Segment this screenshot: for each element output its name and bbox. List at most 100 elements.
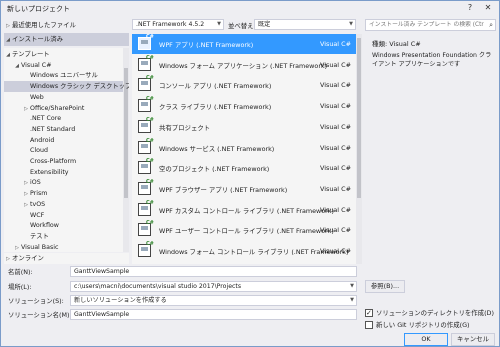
tree-scrollbar[interactable] (123, 48, 129, 252)
tree-item-label: Visual C# (21, 61, 52, 69)
installed-label: インストール済み (12, 35, 63, 43)
git-repo-checkbox[interactable]: 新しい Git リポジトリの作成(G) (365, 320, 470, 330)
template-item[interactable]: C# Windows サービス (.NET Framework) Visual C# (132, 138, 356, 158)
framework-select[interactable]: .NET Framework 4.5.2 ▼ (132, 19, 224, 30)
create-directory-label: ソリューションのディレクトリを作成(D) (376, 309, 494, 317)
tree-item[interactable]: Windows ユニバーサル (4, 70, 123, 81)
tree-item[interactable]: Cross-Platform (4, 156, 123, 167)
template-language: Visual C# (320, 226, 351, 235)
template-item[interactable]: C# コンソール アプリ (.NET Framework) Visual C# (132, 75, 356, 95)
template-item[interactable]: C# Windows フォーム アプリケーション (.NET Framework)… (132, 55, 356, 75)
template-item[interactable]: C# 共有プロジェクト Visual C# (132, 117, 356, 137)
csharp-badge-icon: C# (146, 220, 154, 227)
tree-item-label: .NET Standard (30, 125, 76, 133)
template-name: クラス ライブラリ (.NET Framework) (159, 103, 272, 112)
tree-item-label: WCF (30, 211, 45, 219)
title-bar: 新しいプロジェクト ? ✕ (1, 1, 499, 16)
tree-item-label: tvOS (30, 200, 46, 208)
framework-value: .NET Framework 4.5.2 (136, 21, 205, 28)
recent-files-node[interactable]: ▷ 最近使用したファイル (4, 20, 76, 31)
tree-item[interactable]: ◢ Visual C# (4, 60, 123, 71)
solution-select[interactable]: 新しいソリューションを作成する ▼ (70, 295, 357, 306)
project-name-field[interactable]: GanttViewSample (70, 266, 357, 277)
template-item[interactable]: C# WPF アプリ (.NET Framework) Visual C# (132, 34, 356, 54)
template-item[interactable]: C# 空のプロジェクト (.NET Framework) Visual C# (132, 158, 356, 178)
tree-item[interactable]: ▷ Visual Basic (4, 242, 123, 252)
solution-label: ソリューション(S): (8, 297, 64, 305)
tree-item[interactable]: Extensibility (4, 167, 123, 178)
sort-select[interactable]: 既定 ▼ (254, 19, 356, 30)
tree-item[interactable]: テスト (4, 231, 123, 242)
tree-item[interactable]: ◢ テンプレート (4, 49, 123, 60)
template-search[interactable]: ⌕ (365, 19, 496, 31)
tree-item[interactable]: ▷ Office/SharePoint (4, 103, 123, 114)
expand-arrow-icon[interactable]: ▷ (13, 243, 21, 252)
checkbox-unchecked[interactable] (365, 321, 373, 329)
template-item[interactable]: C# WPF ブラウザー アプリ (.NET Framework) Visual C… (132, 179, 356, 199)
tree-item[interactable]: Workflow (4, 220, 123, 231)
solution-value: 新しいソリューションを作成する (74, 297, 167, 304)
csharp-badge-icon: C# (146, 34, 154, 40)
search-input[interactable] (366, 20, 484, 30)
tree-item[interactable]: ▷ tvOS (4, 199, 123, 210)
scrollbar-thumb[interactable] (357, 38, 361, 198)
template-name: WPF カスタム コントロール ライブラリ (.NET Framework) (159, 206, 334, 215)
installed-header[interactable]: ◢ インストール済み (4, 33, 129, 46)
template-language: Visual C# (320, 122, 351, 131)
tree-item-label: Web (30, 93, 44, 101)
csharp-badge-icon: C# (146, 241, 154, 247)
template-item[interactable]: C# WPF ユーザー コントロール ライブラリ (.NET Framework)… (132, 220, 356, 240)
tree-item-label: iOS (30, 179, 41, 187)
tree-item[interactable]: WCF (4, 210, 123, 221)
collapse-arrow-icon[interactable]: ◢ (4, 35, 12, 46)
template-language: Visual C# (320, 164, 351, 173)
template-item[interactable]: C# クラス ライブラリ (.NET Framework) Visual C# (132, 96, 356, 116)
tree-item[interactable]: .NET Core (4, 113, 123, 124)
cancel-button[interactable]: キャンセル (451, 333, 495, 346)
name-label: 名前(N): (8, 268, 33, 276)
close-icon[interactable]: ✕ (481, 2, 495, 14)
tree-item[interactable]: Android (4, 135, 123, 146)
template-name: Windows サービス (.NET Framework) (159, 144, 275, 153)
template-language: Visual C# (320, 247, 351, 255)
browse-button[interactable]: 参照(B)... (365, 280, 405, 293)
template-language: Visual C# (320, 184, 351, 193)
dialog-title: 新しいプロジェクト (7, 5, 70, 13)
tree-item-label: Visual Basic (21, 243, 59, 251)
expand-arrow-icon[interactable]: ▷ (4, 21, 12, 32)
checkbox-checked[interactable] (365, 308, 373, 318)
ok-button[interactable]: OK (404, 333, 448, 346)
help-icon[interactable]: ? (463, 2, 477, 14)
search-icon[interactable]: ⌕ (489, 21, 493, 30)
tree-item[interactable]: Windows クラシック デスクトップ (4, 81, 129, 93)
chevron-down-icon: ▼ (349, 21, 353, 27)
expand-arrow-icon[interactable]: ▷ (4, 254, 12, 265)
recent-files-label: 最近使用したファイル (12, 21, 76, 29)
template-language: Visual C# (320, 205, 351, 214)
tree-item[interactable]: ▷ Prism (4, 188, 123, 199)
tree-item-label: テンプレート (12, 51, 50, 58)
template-item[interactable]: C# WPF カスタム コントロール ライブラリ (.NET Framework)… (132, 200, 356, 220)
tree-item-label: Android (30, 136, 55, 144)
tree-item[interactable]: Cloud (4, 145, 123, 156)
list-scrollbar[interactable] (356, 34, 362, 264)
tree-item[interactable]: ▷ iOS (4, 177, 123, 188)
online-node[interactable]: ▷ オンライン (4, 253, 129, 264)
template-language: Visual C# (320, 102, 351, 111)
template-kind: 種類: Visual C# (372, 40, 421, 48)
tree-item[interactable]: .NET Standard (4, 124, 123, 135)
create-directory-checkbox[interactable]: ソリューションのディレクトリを作成(D) (365, 308, 494, 318)
csharp-badge-icon: C# (146, 75, 154, 82)
template-name: WPF ブラウザー アプリ (.NET Framework) (159, 185, 288, 194)
tree-item-label: Extensibility (30, 168, 69, 176)
sort-value: 既定 (258, 21, 271, 28)
template-item[interactable]: C# Windows フォーム コントロール ライブラリ (.NET Framew… (132, 241, 356, 261)
location-field[interactable]: c:\users\macni\documents\visual studio 2… (70, 281, 357, 292)
location-label: 場所(L): (8, 283, 32, 291)
template-tree: ◢ テンプレート ◢ Visual C# Windows ユニバーサル Windows ク… (4, 48, 129, 252)
csharp-badge-icon: C# (146, 116, 154, 123)
template-info: 種類: Visual C# Windows Presentation Found… (372, 38, 497, 69)
tree-item-label: .NET Core (30, 115, 62, 123)
tree-item[interactable]: Web (4, 92, 123, 103)
solution-name-field[interactable]: GanttViewSample (70, 309, 357, 320)
